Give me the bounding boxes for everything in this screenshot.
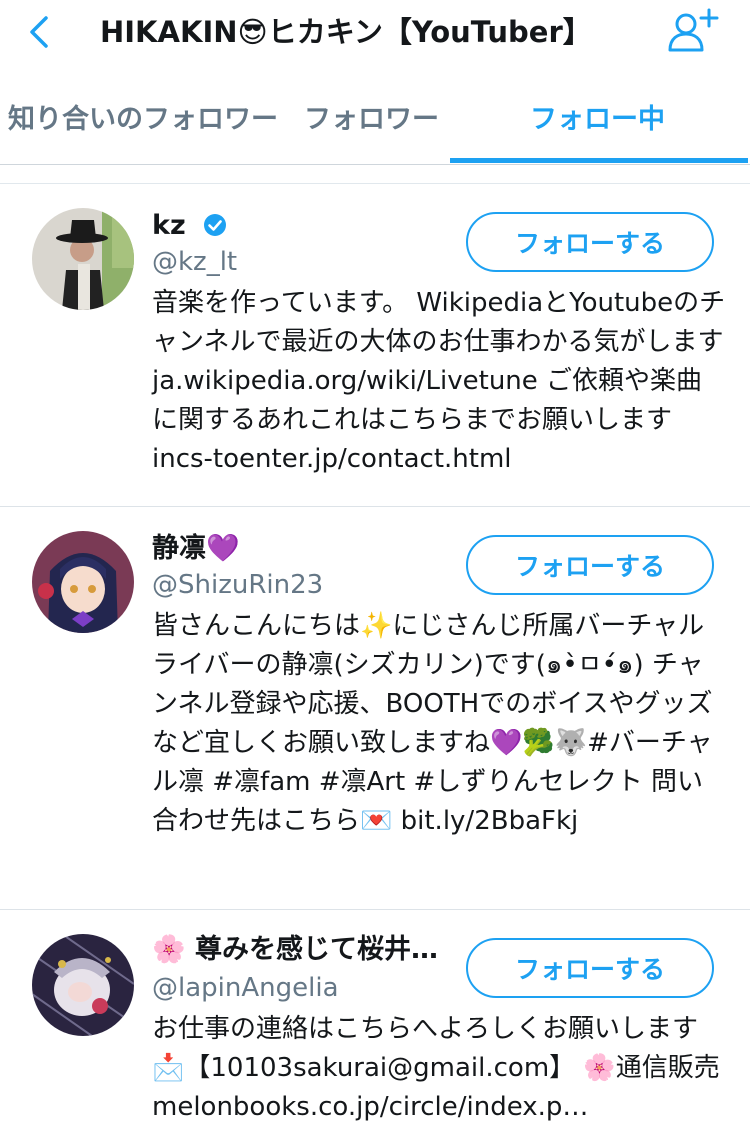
active-tab-indicator — [450, 158, 748, 163]
user-bio: 音楽を作っています。 WikipediaとYoutubeのチャンネルで最近の大体… — [152, 288, 726, 474]
follow-button[interactable]: フォローする — [466, 535, 714, 595]
user-name-text: kz — [152, 210, 186, 241]
page-title: HIKAKIN😎ヒカキン【YouTuber】 — [100, 15, 592, 49]
user-list-item[interactable]: 🌸 尊みを感じて桜井… @lapinAngelia フォローする お仕事の連絡は… — [0, 910, 750, 1145]
user-list-item[interactable]: kz @kz_lt フォローする 音楽を作っています。 WikipediaとYo… — [0, 184, 750, 507]
user-handle: @lapinAngelia — [152, 973, 339, 1003]
tab-following[interactable]: フォロー中 — [530, 80, 665, 160]
avatar[interactable] — [32, 208, 134, 310]
user-handle: @ShizuRin23 — [152, 570, 324, 600]
tab-bar: 知り合いのフォロワー フォロワー フォロー中 — [0, 80, 750, 165]
user-name: 🌸 尊みを感じて桜井… — [152, 934, 439, 965]
avatar[interactable] — [32, 531, 134, 633]
chevron-left-icon[interactable] — [22, 12, 58, 52]
user-name: kz — [152, 208, 227, 244]
follow-button[interactable]: フォローする — [466, 938, 714, 998]
tab-followers[interactable]: フォロワー — [304, 80, 439, 160]
verified-badge-icon — [204, 214, 227, 236]
user-handle: @kz_lt — [152, 247, 238, 277]
follow-button[interactable]: フォローする — [466, 212, 714, 272]
avatar[interactable] — [32, 934, 134, 1036]
tab-mutual-followers[interactable]: 知り合いのフォロワー — [8, 80, 278, 160]
nav-bar: HIKAKIN😎ヒカキン【YouTuber】 — [0, 0, 750, 68]
user-list-item[interactable]: 静凛💜 @ShizuRin23 フォローする 皆さんこんにちは✨にじさんじ所属バ… — [0, 507, 750, 910]
user-bio: 皆さんこんにちは✨にじさんじ所属バーチャルライバーの静凛(シズカリン)です(๑•… — [152, 611, 713, 836]
user-bio: お仕事の連絡はこちらへよろしくお願いします📩【10103sakurai@gmai… — [152, 1014, 720, 1122]
add-user-icon[interactable] — [664, 6, 722, 56]
user-name: 静凛💜 — [152, 533, 240, 564]
